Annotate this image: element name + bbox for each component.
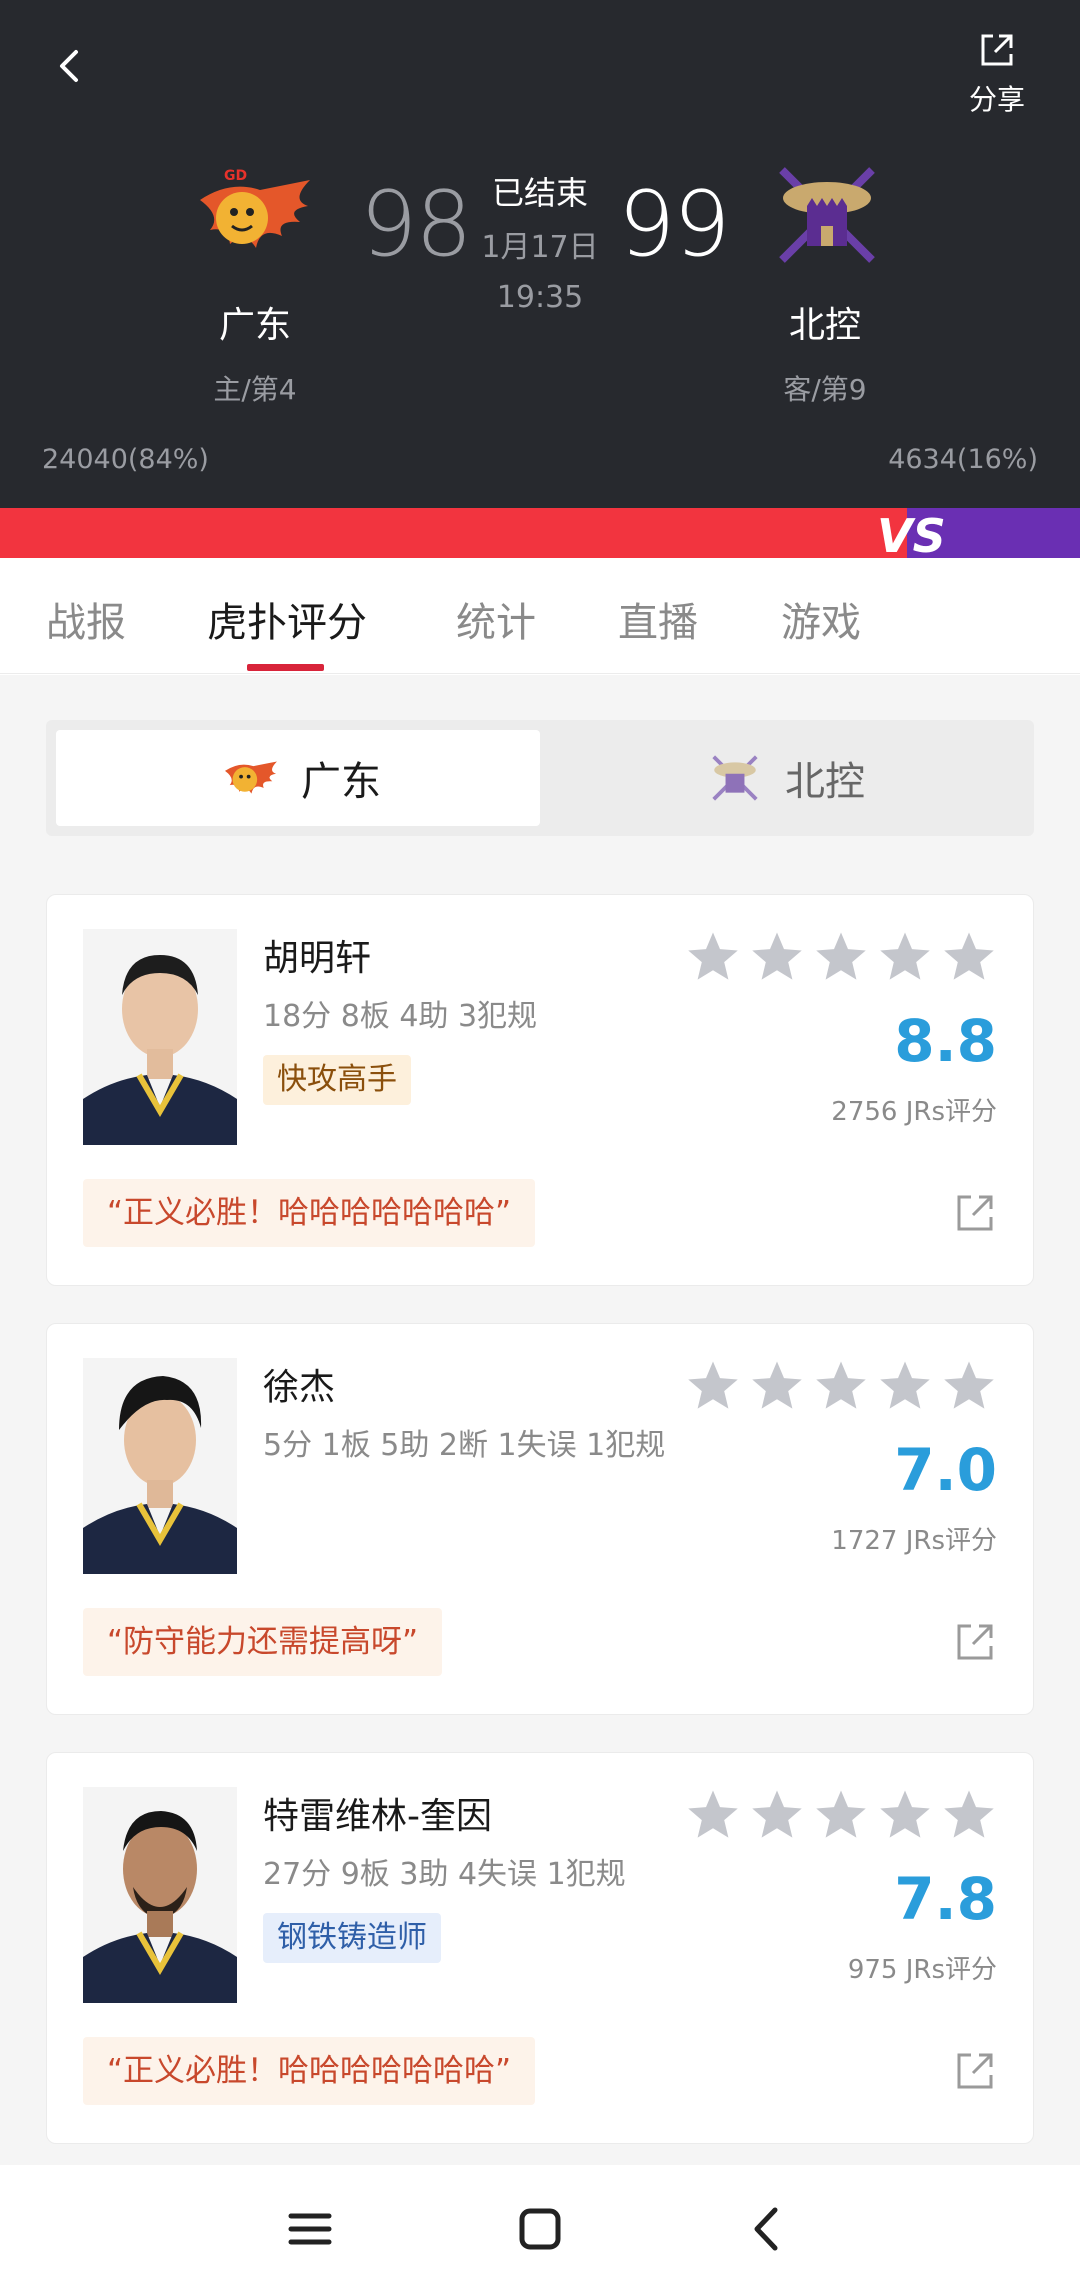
star-icon[interactable]	[749, 1787, 805, 1843]
top-comment[interactable]: “防守能力还需提高呀”	[83, 1608, 443, 1676]
tiger-logo-icon	[225, 761, 277, 794]
player-rating: 7.0	[894, 1436, 997, 1504]
home-team-logo[interactable]: GD	[190, 160, 320, 270]
ratings-content: 广东 北控 胡明轩 18分 8板 4助 3犯规 快攻高手 8.8 2756 JR…	[0, 675, 1080, 2165]
player-avatar-icon	[83, 929, 237, 1145]
back-button[interactable]	[44, 36, 104, 96]
back-arrow-icon	[60, 50, 78, 82]
player-stats: 27分 9板 3助 4失误 1犯规	[263, 1857, 626, 1892]
tiger-logo-icon: GD	[200, 168, 310, 248]
star-icon[interactable]	[877, 1358, 933, 1414]
vs-label: VS	[877, 509, 946, 558]
player-name: 徐杰	[263, 1367, 336, 1408]
away-team-logo[interactable]	[762, 160, 892, 270]
rating-stars[interactable]	[685, 1358, 997, 1414]
star-icon[interactable]	[877, 929, 933, 985]
star-icon[interactable]	[685, 1787, 741, 1843]
star-icon[interactable]	[813, 1787, 869, 1843]
rating-votes: 1727 JRs评分	[831, 1526, 997, 1556]
support-ratio-bar[interactable]: VS	[0, 508, 1080, 558]
share-icon	[981, 34, 1013, 66]
player-card[interactable]: 胡明轩 18分 8板 4助 3犯规 快攻高手 8.8 2756 JRs评分 “正…	[46, 894, 1034, 1286]
home-square-icon[interactable]	[505, 2194, 575, 2264]
star-icon[interactable]	[941, 929, 997, 985]
tab-report[interactable]: 战报	[46, 590, 126, 648]
match-header: 分享 GD 广东 主/第4 98 已结束 1月17日 19:35 99 北控 客…	[0, 0, 1080, 508]
top-comment[interactable]: “正义必胜！哈哈哈哈哈哈哈”	[83, 2037, 536, 2105]
team-toggle-away[interactable]: 北控	[540, 730, 1024, 826]
player-photo[interactable]	[83, 1358, 237, 1574]
team-toggle-home[interactable]: 广东	[56, 730, 540, 826]
player-stats: 5分 1板 5助 2断 1失误 1犯规	[263, 1428, 666, 1463]
star-icon[interactable]	[685, 929, 741, 985]
rating-votes: 2756 JRs评分	[831, 1097, 997, 1127]
home-score: 98	[360, 172, 473, 277]
share-icon[interactable]	[953, 1191, 997, 1235]
share-button[interactable]: 分享	[952, 28, 1042, 116]
player-rating: 7.8	[894, 1865, 997, 1933]
away-score: 99	[618, 172, 731, 277]
star-icon[interactable]	[685, 1358, 741, 1414]
nav-back-icon[interactable]	[733, 2194, 803, 2264]
player-avatar-icon	[83, 1358, 237, 1574]
tab-live[interactable]: 直播	[618, 590, 698, 648]
player-tag: 钢铁铸造师	[263, 1913, 441, 1963]
home-support-bar	[0, 508, 907, 558]
royal-fighters-logo-icon	[779, 167, 875, 263]
royal-fighters-logo-icon	[712, 755, 758, 801]
team-toggle-away-label: 北控	[785, 759, 865, 805]
star-icon[interactable]	[813, 929, 869, 985]
home-team-name: 广东	[218, 305, 291, 346]
top-comment[interactable]: “正义必胜！哈哈哈哈哈哈哈”	[83, 1179, 536, 1247]
player-photo[interactable]	[83, 1787, 237, 2003]
tab-ratings[interactable]: 虎扑评分	[207, 590, 367, 648]
star-icon[interactable]	[749, 1358, 805, 1414]
tab-bar: 战报 虎扑评分 统计 直播 游戏	[0, 558, 1080, 674]
star-icon[interactable]	[941, 1358, 997, 1414]
share-icon[interactable]	[953, 1620, 997, 1664]
away-support-count: 4634(16%)	[888, 444, 1038, 475]
star-icon[interactable]	[749, 929, 805, 985]
tab-games[interactable]: 游戏	[781, 590, 861, 648]
player-name: 胡明轩	[263, 938, 372, 979]
away-team-name: 北控	[788, 305, 861, 346]
rating-stars[interactable]	[685, 1787, 997, 1843]
svg-text:GD: GD	[224, 168, 247, 184]
share-label: 分享	[968, 83, 1025, 116]
game-status: 已结束	[491, 174, 588, 212]
player-card[interactable]: 特雷维林-奎因 27分 9板 3助 4失误 1犯规 钢铁铸造师 7.8 975 …	[46, 1752, 1034, 2144]
home-team-rank: 主/第4	[213, 373, 297, 406]
star-icon[interactable]	[941, 1787, 997, 1843]
team-toggle: 广东 北控	[46, 720, 1034, 836]
system-nav-bar	[0, 2166, 1080, 2292]
home-support-count: 24040(84%)	[42, 444, 209, 475]
recents-menu-icon[interactable]	[275, 2194, 345, 2264]
active-tab-indicator	[247, 664, 324, 671]
player-avatar-icon	[83, 1787, 237, 2003]
player-stats: 18分 8板 4助 3犯规	[263, 999, 538, 1034]
team-toggle-home-label: 广东	[301, 759, 381, 805]
player-tag: 快攻高手	[263, 1055, 411, 1105]
star-icon[interactable]	[813, 1358, 869, 1414]
player-name: 特雷维林-奎因	[263, 1796, 492, 1837]
star-icon[interactable]	[877, 1787, 933, 1843]
game-time: 19:35	[496, 280, 584, 315]
away-team-rank: 客/第9	[783, 373, 867, 406]
rating-stars[interactable]	[685, 929, 997, 985]
player-photo[interactable]	[83, 929, 237, 1145]
rating-votes: 975 JRs评分	[847, 1955, 997, 1985]
share-icon[interactable]	[953, 2049, 997, 2093]
player-rating: 8.8	[894, 1007, 997, 1075]
tab-stats[interactable]: 统计	[456, 590, 536, 648]
player-card[interactable]: 徐杰 5分 1板 5助 2断 1失误 1犯规 7.0 1727 JRs评分 “防…	[46, 1323, 1034, 1715]
game-date: 1月17日	[481, 230, 599, 265]
